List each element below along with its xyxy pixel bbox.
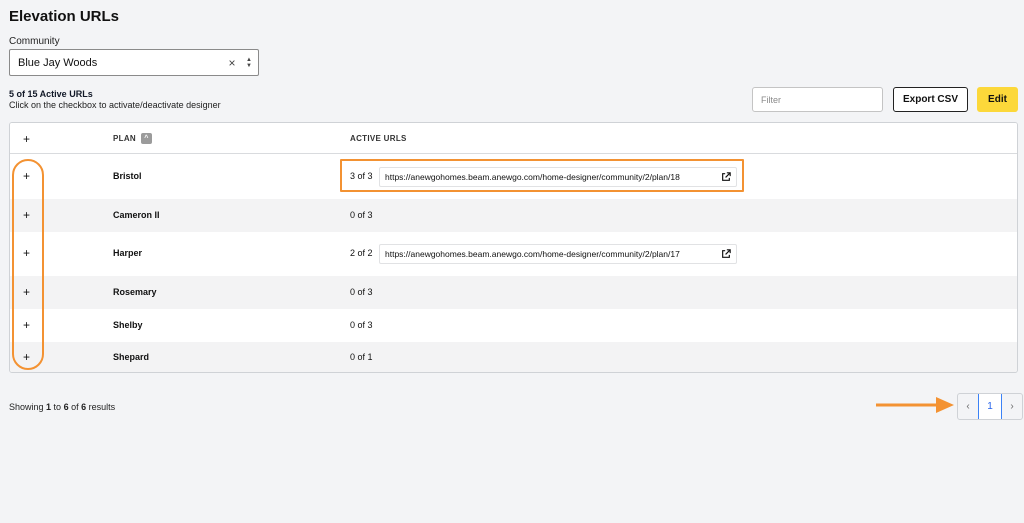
plan-name: Shelby [113,319,143,330]
export-csv-button[interactable]: Export CSV [893,87,968,112]
expand-row-icon[interactable]: + [23,350,30,364]
expand-row-icon[interactable]: + [23,208,30,222]
plans-table: + PLAN ^ ACTIVE URLS + Bristol 3 of 3 https… [9,122,1018,373]
expand-row-icon[interactable]: + [23,285,30,299]
clear-icon[interactable]: × [224,56,240,70]
table-row: + Bristol 3 of 3 https://anewgohomes.beam.a… [10,155,1017,199]
table-row: + Harper 2 of 2 https://anewgohomes.beam.an… [10,232,1017,276]
plan-column-header[interactable]: PLAN ^ [113,123,152,154]
pagination: ‹ 1 › [957,393,1023,420]
plan-name: Shepard [113,351,150,362]
active-url-count: 3 of 3 [350,171,373,181]
external-link-icon[interactable] [716,249,736,259]
plan-name: Harper [113,248,143,258]
url-field[interactable]: https://anewgohomes.beam.anewgo.com/home… [379,167,737,187]
results-prefix: Showing [9,402,47,412]
activation-hint: Click on the checkbox to activate/deacti… [9,100,221,110]
url-field[interactable]: https://anewgohomes.beam.anewgo.com/home… [379,244,737,264]
page-title: Elevation URLs [9,8,120,25]
community-label: Community [9,36,60,47]
active-summary: 5 of 15 Active URLs [9,89,93,99]
results-mid1: to [51,402,64,412]
plan-name: Rosemary [113,286,157,297]
filter-input[interactable] [752,87,883,112]
active-url-count: 2 of 2 [350,248,373,258]
expand-row-icon[interactable]: + [23,318,30,332]
active-urls-column-header: ACTIVE URLS [350,134,407,143]
external-link-icon[interactable] [716,172,736,182]
next-page-button[interactable]: › [1002,394,1022,419]
expand-row-icon[interactable]: + [23,169,30,183]
results-suffix: results [86,402,116,412]
community-value: Blue Jay Woods [18,56,98,69]
expand-all-icon[interactable]: + [23,123,30,154]
results-summary: Showing 1 to 6 of 6 results [9,402,115,412]
sort-icon[interactable]: ^ [140,133,152,144]
plan-header-label: PLAN [113,134,136,143]
table-row: + Cameron II 0 of 3 [10,199,1017,232]
expand-row-icon[interactable]: + [23,246,30,260]
community-select[interactable]: Blue Jay Woods × ▲ ▼ [9,49,259,76]
url-text: https://anewgohomes.beam.anewgo.com/home… [385,249,680,259]
prev-page-button[interactable]: ‹ [958,394,978,419]
results-mid2: of [68,402,82,412]
updown-icon[interactable]: ▲ ▼ [240,57,258,69]
plan-name: Cameron II [113,209,160,220]
active-url-count: 0 of 3 [350,286,373,297]
arrow-right-icon [876,397,954,413]
plan-name: Bristol [113,171,142,181]
edit-button[interactable]: Edit [977,87,1018,112]
active-url-count: 0 of 1 [350,351,373,362]
active-url-count: 0 of 3 [350,209,373,220]
table-row: + Shelby 0 of 3 [10,309,1017,342]
chevron-down-icon: ▼ [246,62,252,69]
table-header: + PLAN ^ ACTIVE URLS [10,123,1017,154]
active-url-count: 0 of 3 [350,319,373,330]
page-1-button[interactable]: 1 [978,394,1002,419]
table-row: + Rosemary 0 of 3 [10,276,1017,309]
url-text: https://anewgohomes.beam.anewgo.com/home… [385,172,680,182]
table-row: + Shepard 0 of 1 [10,342,1017,372]
